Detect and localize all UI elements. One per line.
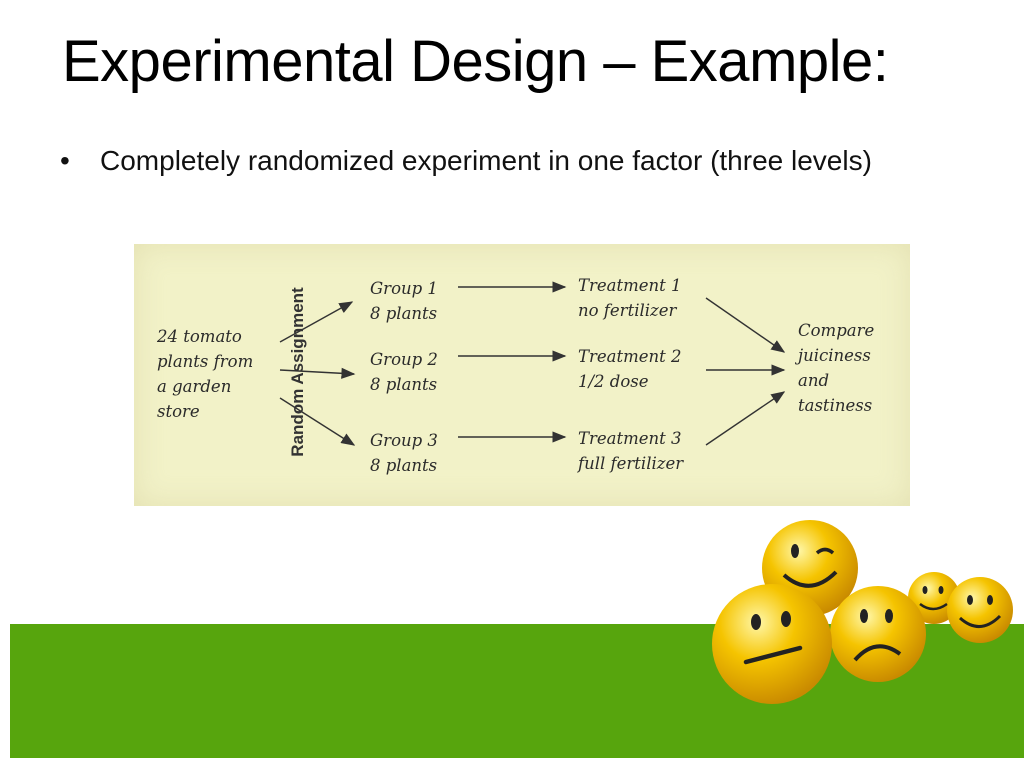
- neutral-smiley-icon: [712, 584, 832, 704]
- sad-smiley-icon: [830, 586, 926, 682]
- smiley-decoration: [712, 520, 1013, 704]
- grinning-smiley-icon: [947, 577, 1013, 643]
